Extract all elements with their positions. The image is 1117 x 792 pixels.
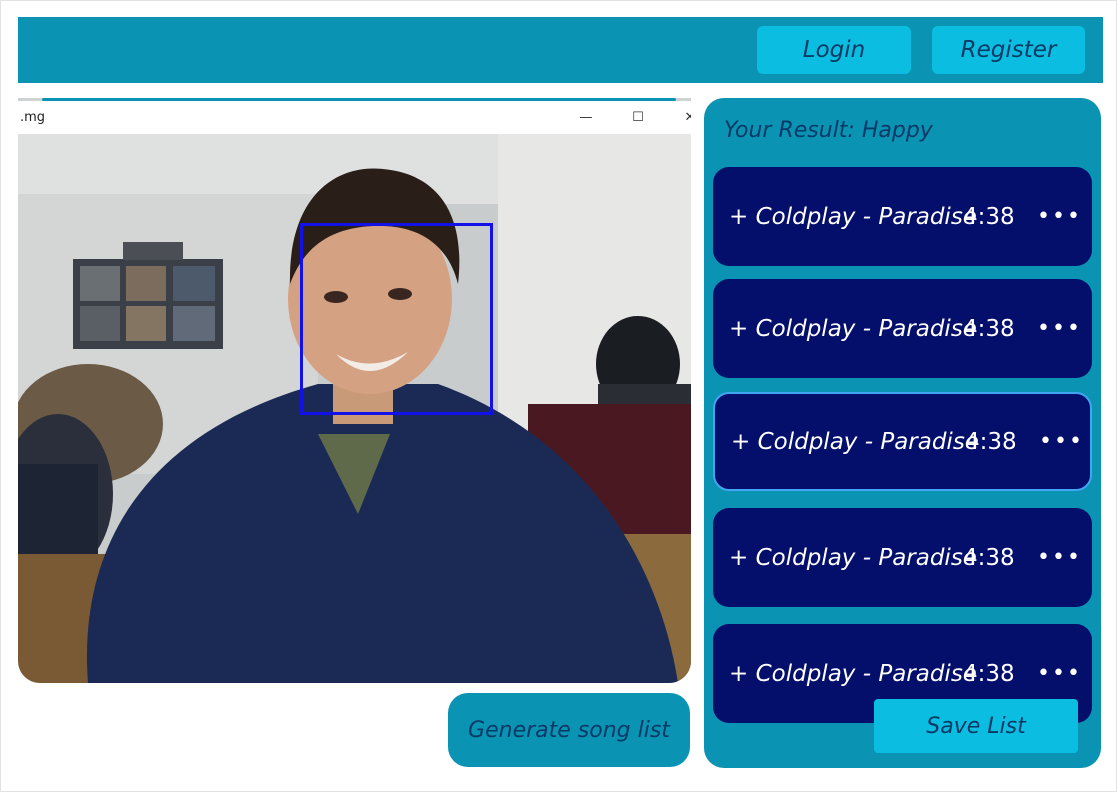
camera-window-titlebar: .mg — ☐ ✕ [18,101,691,134]
song-item[interactable]: + Coldplay - Paradise 4:38 ••• [713,392,1092,491]
save-list-button[interactable]: Save List [874,699,1078,753]
more-options-icon[interactable]: ••• [1037,316,1082,341]
webcam-feed [18,134,691,683]
result-title: Your Result: Happy [724,118,933,143]
song-duration: 4:38 [963,660,1015,687]
song-duration: 4:38 [963,544,1015,571]
song-label: + Coldplay - Paradise [729,660,977,687]
maximize-icon[interactable]: ☐ [618,105,658,129]
song-duration: 4:38 [965,428,1017,455]
face-detection-box [300,223,493,415]
song-item[interactable]: + Coldplay - Paradise 4:38 ••• [713,167,1092,266]
register-button[interactable]: Register [932,26,1085,74]
song-label: + Coldplay - Paradise [729,544,977,571]
more-options-icon[interactable]: ••• [1039,429,1084,454]
generate-song-list-button[interactable]: Generate song list [448,693,690,767]
more-options-icon[interactable]: ••• [1037,545,1082,570]
minimize-icon[interactable]: — [566,105,606,129]
more-options-icon[interactable]: ••• [1037,204,1082,229]
more-options-icon[interactable]: ••• [1037,661,1082,686]
top-nav-bar: Login Register [18,17,1103,83]
song-item[interactable]: + Coldplay - Paradise 4:38 ••• [713,279,1092,378]
result-panel: Your Result: Happy + Coldplay - Paradise… [704,98,1101,768]
song-item[interactable]: + Coldplay - Paradise 4:38 ••• [713,508,1092,607]
song-duration: 4:38 [963,315,1015,342]
page: Login Register .mg — ☐ ✕ Generate song l… [0,0,1117,792]
camera-window: .mg — ☐ ✕ [18,98,691,683]
camera-window-title: .mg [20,110,46,125]
song-label: + Coldplay - Paradise [729,315,977,342]
login-button[interactable]: Login [757,26,911,74]
song-label: + Coldplay - Paradise [731,428,979,455]
close-icon[interactable]: ✕ [670,105,691,129]
song-duration: 4:38 [963,203,1015,230]
song-label: + Coldplay - Paradise [729,203,977,230]
